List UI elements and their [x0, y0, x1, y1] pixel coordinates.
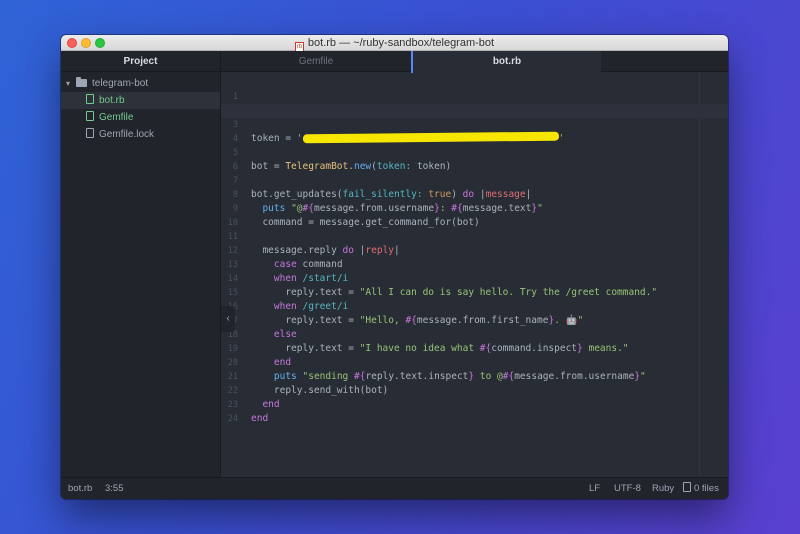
code-line[interactable]: 8 puts "@#{message.from.username}: #{mes… — [221, 174, 728, 214]
code-line[interactable]: 6 — [221, 146, 728, 172]
files-icon — [683, 482, 691, 492]
tree-folder-telegram-bot[interactable]: ▾ telegram-bot — [61, 75, 220, 92]
line-number: 24 — [227, 414, 238, 424]
folder-label: telegram-bot — [92, 78, 149, 89]
file-label: Gemfile — [99, 112, 134, 123]
code-line[interactable]: 23 end — [221, 384, 728, 424]
status-files-label: 0 files — [694, 483, 719, 494]
folder-icon — [76, 77, 87, 87]
code-line-current[interactable]: 3 token = ' ' — [221, 104, 728, 144]
code-line[interactable]: 19 end — [221, 328, 728, 368]
code-line[interactable]: 7 bot.get_updates(fail_silently: true) d… — [221, 160, 728, 200]
chevron-down-icon[interactable]: ▾ — [66, 75, 76, 92]
tab-gemfile[interactable]: Gemfile — [221, 51, 411, 72]
tree-file-gemfile-lock[interactable]: Gemfile.lock — [61, 126, 220, 143]
code-line[interactable]: 2 — [221, 90, 728, 116]
collapse-sidebar-chevron-left-icon[interactable]: ‹ — [221, 306, 235, 332]
file-label: Gemfile.lock — [99, 129, 155, 140]
code-line[interactable]: 10 — [221, 202, 728, 228]
status-encoding[interactable]: UTF-8 — [614, 478, 641, 499]
code-line[interactable]: 15 when /greet/i — [221, 272, 728, 312]
tab-bar: Gemfile bot.rb — [221, 51, 728, 73]
code-line[interactable]: 13 when /start/i — [221, 244, 728, 284]
tab-bot-rb[interactable]: bot.rb — [411, 51, 601, 73]
code-line[interactable]: 24 — [221, 398, 728, 424]
status-grammar[interactable]: Ruby — [652, 478, 674, 499]
code-line[interactable]: 11 message.reply do |reply| — [221, 216, 728, 256]
file-icon — [86, 94, 94, 104]
file-label: bot.rb — [99, 95, 125, 106]
code-line[interactable]: 14 reply.text = "All I can do is say hel… — [221, 258, 728, 298]
code-line[interactable]: 18 reply.text = "I have no idea what #{c… — [221, 314, 728, 354]
code-line[interactable]: 17 else — [221, 300, 728, 340]
editor-pane: Gemfile bot.rb 1 require 'telegram_bot' … — [221, 51, 728, 477]
file-icon — [86, 128, 94, 138]
file-icon — [86, 111, 94, 121]
status-file-name[interactable]: bot.rb — [68, 478, 92, 499]
tree-file-bot-rb[interactable]: bot.rb — [61, 92, 220, 109]
code-line[interactable]: 1 require 'telegram_bot' — [221, 76, 728, 116]
code-line[interactable]: 9 command = message.get_command_for(bot) — [221, 188, 728, 228]
code-line[interactable]: 16 reply.text = "Hello, #{message.from.f… — [221, 286, 728, 326]
code-line[interactable]: 22 end — [221, 370, 728, 410]
window-title-text: bot.rb — ~/ruby-sandbox/telegram-bot — [307, 37, 495, 49]
code-editor[interactable]: 1 require 'telegram_bot' 2 3 token = '' … — [221, 72, 728, 477]
editor-window: rb bot.rb — ~/ruby-sandbox/telegram-bot P… — [61, 35, 728, 499]
status-cursor-position[interactable]: 3:55 — [105, 478, 124, 499]
status-git-files[interactable]: 0 files — [683, 478, 719, 499]
code-line[interactable]: 20 puts "sending #{reply.text.inspect} t… — [221, 342, 728, 382]
code-line[interactable]: 4 — [221, 118, 728, 144]
project-tree-panel: Project ▾ telegram-bot bot.rb Gemfile Gem… — [61, 51, 221, 477]
title-bar[interactable]: rb bot.rb — ~/ruby-sandbox/telegram-bot — [61, 35, 728, 53]
code-line[interactable]: 21 reply.send_with(bot) — [221, 356, 728, 396]
status-line-ending[interactable]: LF — [589, 478, 600, 499]
tree-file-gemfile[interactable]: Gemfile — [61, 109, 220, 126]
project-panel-header[interactable]: Project — [61, 51, 220, 72]
file-tree: ▾ telegram-bot bot.rb Gemfile Gemfile.loc… — [61, 75, 220, 143]
code-line[interactable]: 12 case command — [221, 230, 728, 270]
status-bar: bot.rb 3:55 LF UTF-8 Ruby 0 files — [61, 477, 728, 499]
code-line[interactable]: 5 bot = TelegramBot.new(token: token) — [221, 132, 728, 172]
